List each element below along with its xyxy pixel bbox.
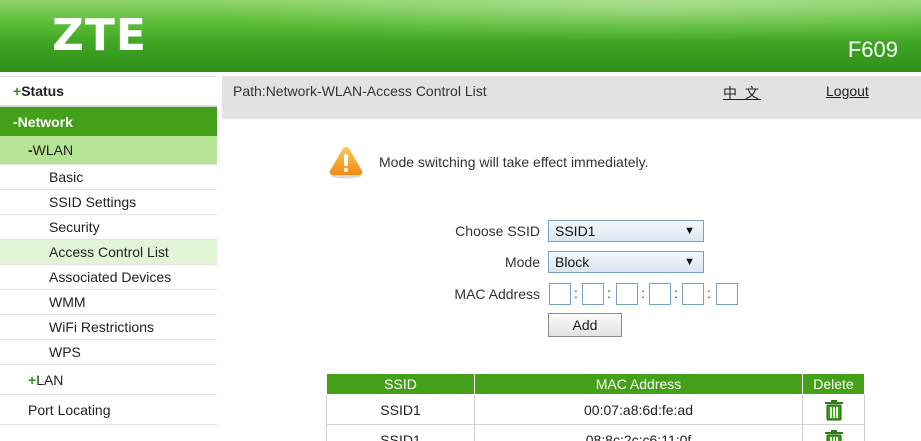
sidebar-item-security[interactable]: Security bbox=[0, 215, 217, 240]
mac-octet-2-input[interactable] bbox=[582, 283, 604, 305]
trash-icon[interactable] bbox=[824, 399, 844, 421]
sidebar-item-label: Access Control List bbox=[49, 244, 169, 260]
mac-octet-4-input[interactable] bbox=[649, 283, 671, 305]
mode-select-value: Block bbox=[555, 254, 590, 270]
sidebar-item-wps[interactable]: WPS bbox=[0, 340, 217, 365]
sidebar-item-label: WPS bbox=[49, 344, 81, 360]
mac-address-label: MAC Address bbox=[454, 286, 540, 302]
trash-icon[interactable] bbox=[824, 429, 844, 441]
expand-icon: + bbox=[28, 371, 37, 388]
mode-select[interactable]: Block ▼ bbox=[548, 251, 704, 273]
mac-separator: : bbox=[641, 285, 645, 301]
sidebar-item-label: Network bbox=[17, 113, 73, 130]
sidebar-item-wmm[interactable]: WMM bbox=[0, 290, 217, 315]
breadcrumb: Path:Network-WLAN-Access Control List bbox=[233, 83, 487, 99]
table-header-row: SSID MAC Address Delete bbox=[326, 373, 865, 395]
sidebar-item-label: Security bbox=[49, 219, 100, 235]
sidebar-item-wlan[interactable]: - WLAN bbox=[0, 136, 217, 165]
mac-separator: : bbox=[607, 285, 611, 301]
sidebar-item-associated-devices[interactable]: Associated Devices bbox=[0, 265, 217, 290]
mac-separator: : bbox=[707, 285, 711, 301]
ssid-select-value: SSID1 bbox=[555, 223, 596, 239]
path-bar: Path:Network-WLAN-Access Control List 中 … bbox=[222, 76, 921, 119]
add-button[interactable]: Add bbox=[548, 313, 622, 337]
logout-link[interactable]: Logout bbox=[826, 83, 869, 99]
sidebar-item-label: Status bbox=[21, 83, 64, 99]
device-model: F609 bbox=[847, 37, 898, 62]
sidebar-item-label: Associated Devices bbox=[49, 269, 172, 285]
ssid-cell: SSID1 bbox=[326, 394, 475, 425]
language-link[interactable]: 中 文 bbox=[723, 83, 761, 103]
sidebar-item-lan[interactable]: + LAN bbox=[0, 365, 217, 395]
sidebar-item-label: Basic bbox=[49, 169, 84, 185]
sidebar-item-port-locating[interactable]: Port Locating bbox=[0, 395, 217, 425]
column-header-delete: Delete bbox=[802, 373, 865, 395]
sidebar-item-label: WiFi Restrictions bbox=[49, 319, 155, 335]
sidebar-item-label: Port Locating bbox=[28, 401, 111, 418]
dropdown-arrow-icon: ▼ bbox=[684, 256, 695, 268]
mac-octet-3-input[interactable] bbox=[616, 283, 638, 305]
sidebar-item-network[interactable]: - Network bbox=[0, 106, 217, 136]
sidebar-item-basic[interactable]: Basic bbox=[0, 165, 217, 190]
table-row: SSID1 00:07:a8:6d:fe:ad bbox=[326, 394, 865, 425]
table-row: SSID1 08:8c:2c:c6:11:0f bbox=[326, 424, 865, 441]
sidebar-item-label: SSID Settings bbox=[49, 194, 137, 210]
mac-octet-6-input[interactable] bbox=[716, 283, 738, 305]
dropdown-arrow-icon: ▼ bbox=[684, 225, 695, 237]
header-banner: ZTE F609 bbox=[0, 0, 921, 72]
mac-octet-5-input[interactable] bbox=[682, 283, 704, 305]
ssid-cell: SSID1 bbox=[326, 424, 475, 441]
acl-table: SSID MAC Address Delete SSID1 00:07:a8:6… bbox=[326, 373, 865, 441]
expand-icon: + bbox=[13, 83, 22, 99]
mac-cell: 08:8c:2c:c6:11:0f bbox=[474, 424, 803, 441]
mode-label: Mode bbox=[504, 254, 540, 270]
sidebar-item-status[interactable]: + Status bbox=[0, 76, 217, 106]
sidebar-item-label: WLAN bbox=[32, 142, 74, 158]
mac-cell: 00:07:a8:6d:fe:ad bbox=[474, 394, 803, 425]
header-swoosh bbox=[200, 0, 921, 40]
mac-separator: : bbox=[674, 285, 678, 301]
sidebar-item-wifi-restrictions[interactable]: WiFi Restrictions bbox=[0, 315, 217, 340]
column-header-mac-address: MAC Address bbox=[474, 373, 803, 395]
mac-octet-1-input[interactable] bbox=[549, 283, 571, 305]
ssid-select[interactable]: SSID1 ▼ bbox=[548, 220, 704, 242]
delete-cell bbox=[802, 424, 865, 441]
sidebar-item-access-control-list[interactable]: Access Control List bbox=[0, 240, 217, 265]
sidebar-item-ssid-settings[interactable]: SSID Settings bbox=[0, 190, 217, 215]
notice-text: Mode switching will take effect immediat… bbox=[379, 154, 649, 170]
choose-ssid-label: Choose SSID bbox=[455, 223, 540, 239]
warning-icon bbox=[329, 147, 363, 179]
column-header-ssid: SSID bbox=[326, 373, 475, 395]
delete-cell bbox=[802, 394, 865, 425]
sidebar-item-label: WMM bbox=[49, 294, 86, 310]
sidebar: + Status - Network - WLAN Basic SSID Settin… bbox=[0, 76, 217, 441]
mac-separator: : bbox=[574, 285, 578, 301]
sidebar-item-label: LAN bbox=[36, 371, 64, 388]
zte-logo: ZTE bbox=[52, 10, 147, 61]
